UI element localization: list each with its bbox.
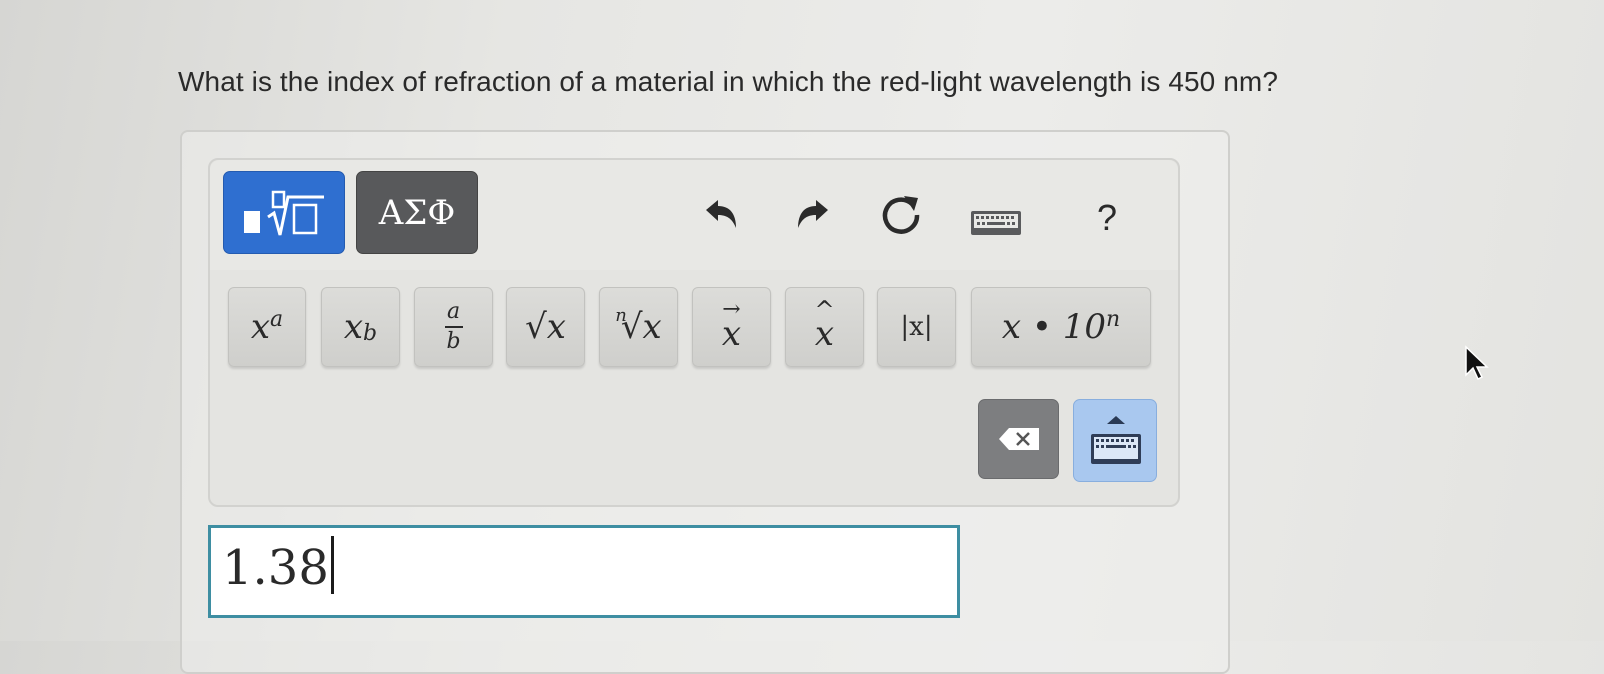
answer-value: 1.38 (222, 540, 329, 596)
redo-button[interactable] (790, 192, 834, 236)
tab-greek-label: ΑΣΦ (378, 192, 456, 233)
key-hat-label: x (814, 314, 835, 354)
reset-icon (882, 196, 920, 234)
backspace-icon (998, 428, 1039, 450)
key-subscript-index: b (363, 320, 378, 346)
backspace-button[interactable] (978, 399, 1059, 479)
key-hat[interactable]: ^ x (785, 287, 864, 367)
tab-math-templates[interactable] (223, 171, 345, 254)
key-scientific-notation[interactable]: x • 10 n (971, 287, 1151, 367)
key-vector-label: x (721, 314, 742, 354)
key-fraction-numerator: a (446, 299, 461, 324)
key-sci-label: x • 10 (1001, 307, 1106, 347)
keyboard-icon (971, 211, 1021, 235)
key-sci-exp: n (1105, 306, 1121, 332)
key-superscript-exp: a (270, 306, 284, 332)
mouse-cursor-icon (1465, 345, 1489, 381)
answer-value-wrapper: 1.38 (222, 536, 334, 596)
redo-arrow-icon (798, 200, 828, 228)
text-caret (330, 536, 334, 594)
key-fraction-denominator: b (446, 329, 461, 354)
question-text: What is the index of refraction of a mat… (178, 66, 1279, 97)
help-button[interactable]: ? (1090, 196, 1124, 240)
key-superscript-base: x (250, 307, 271, 347)
fraction-bar (444, 326, 463, 328)
key-nth-root-index: n (615, 304, 627, 326)
reset-button[interactable] (876, 190, 926, 240)
keyboard-toggle-button[interactable] (1073, 399, 1157, 482)
key-subscript-base: x (343, 307, 364, 347)
math-template-icon (244, 190, 324, 235)
keyboard-button[interactable] (966, 204, 1026, 240)
key-sqrt-label: √x (525, 307, 566, 347)
key-nth-root[interactable]: n √x (599, 287, 678, 367)
key-vector[interactable]: → x (692, 287, 771, 367)
key-subscript[interactable]: xb (321, 287, 400, 367)
key-fraction[interactable]: a b (414, 287, 493, 367)
tab-greek-symbols[interactable]: ΑΣΦ (356, 171, 478, 254)
key-absolute-value[interactable]: |x| (877, 287, 956, 367)
key-superscript[interactable]: xa (228, 287, 306, 367)
key-sqrt[interactable]: √x (506, 287, 585, 367)
keyboard-toggle-icon (1091, 416, 1141, 464)
key-abs-label: |x| (900, 312, 933, 342)
undo-button[interactable] (700, 192, 744, 236)
key-nth-root-label: √x (620, 307, 662, 347)
undo-arrow-icon (706, 200, 736, 228)
